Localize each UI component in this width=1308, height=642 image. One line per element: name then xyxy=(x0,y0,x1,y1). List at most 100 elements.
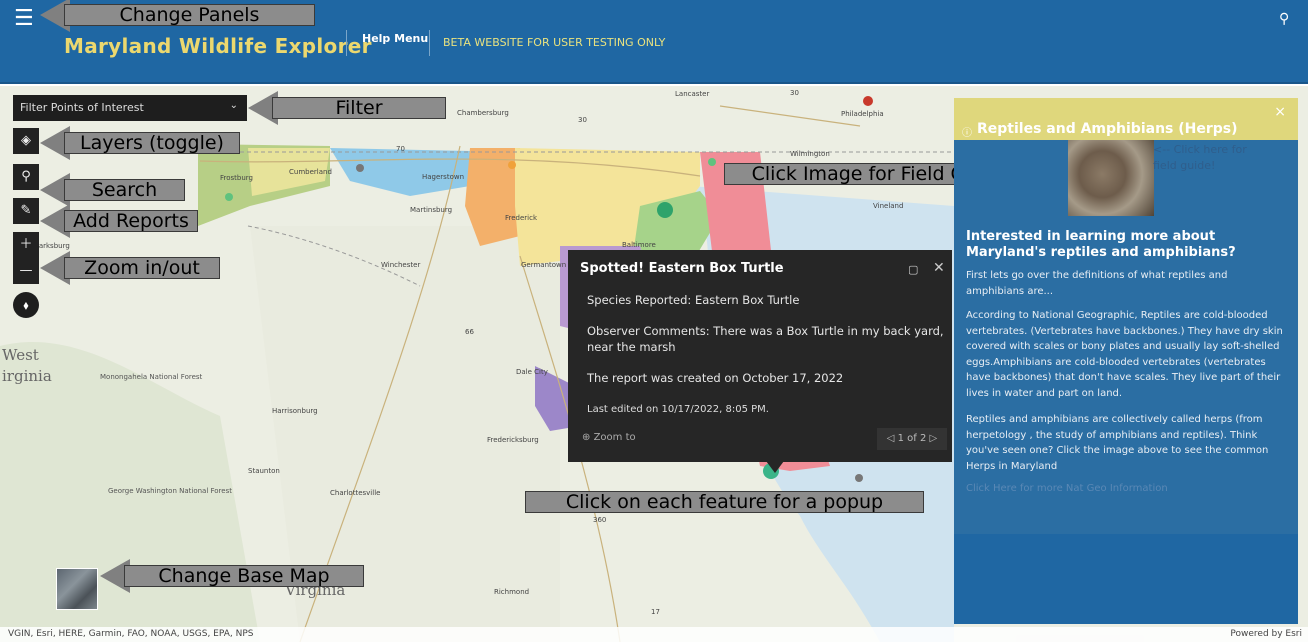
map-label: Winchester xyxy=(381,261,421,269)
map-label: Charlottesville xyxy=(330,489,381,497)
close-icon[interactable]: × xyxy=(1274,104,1286,120)
callout-search: Search xyxy=(40,173,185,207)
zoom-to-button[interactable]: ⊕ Zoom to xyxy=(582,432,636,443)
basemap-toggle[interactable] xyxy=(56,568,98,610)
panel-footer xyxy=(954,534,1298,624)
panel-paragraph: Reptiles and amphibians are collectively… xyxy=(966,414,1269,472)
location-pin-icon[interactable] xyxy=(508,161,516,169)
map-label: Lancaster xyxy=(675,90,710,98)
callout-feature-popup: Click on each feature for a popup xyxy=(525,491,924,513)
callout-label: Filter xyxy=(272,97,446,119)
layers-icon[interactable]: ◈ xyxy=(13,128,39,154)
map-label: Richmond xyxy=(494,588,530,596)
search-icon[interactable]: ⚲ xyxy=(1279,11,1289,27)
callout-label: Change Base Map xyxy=(124,565,364,587)
header-divider xyxy=(429,30,430,56)
zoom-out-button[interactable]: — xyxy=(13,258,39,284)
callout-filter: Filter xyxy=(248,91,446,125)
pager-label: 1 of 2 xyxy=(897,433,927,444)
chevron-left-icon[interactable]: ◁ xyxy=(887,433,898,444)
powered-by-esri[interactable]: Powered by Esri xyxy=(1230,629,1302,639)
panel-heading: Interested in learning more about Maryla… xyxy=(966,229,1236,260)
popup-title: Spotted! Eastern Box Turtle xyxy=(580,261,784,276)
panel-header: × ⓘ Reptiles and Amphibians (Herps) xyxy=(954,98,1298,140)
side-panel: × ⓘ Reptiles and Amphibians (Herps) <-- … xyxy=(954,98,1298,624)
panel-body: <-- Click here for field guide! Interest… xyxy=(954,140,1298,534)
route-label: 66 xyxy=(465,328,474,336)
location-pin-icon[interactable] xyxy=(708,158,716,166)
callout-label: Zoom in/out xyxy=(64,257,220,279)
popup-pager[interactable]: ◁ 1 of 2 ▷ xyxy=(877,428,947,450)
compass-icon[interactable]: ⬧ xyxy=(13,292,39,318)
map-attribution: VGIN, Esri, HERE, Garmin, FAO, NOAA, USG… xyxy=(0,627,1308,642)
callout-label: Add Reports xyxy=(64,210,198,232)
zoom-icon: ⊕ xyxy=(582,432,594,443)
filter-label: Filter Points of Interest xyxy=(20,101,144,114)
route-label: 360 xyxy=(593,516,607,524)
callout-layers: Layers (toggle) xyxy=(40,126,240,160)
zoom-in-button[interactable]: ＋ xyxy=(13,232,39,258)
turtle-marker[interactable] xyxy=(657,202,673,218)
panel-paragraph: First lets go over the definitions of wh… xyxy=(966,270,1228,297)
map-label: Fredericksburg xyxy=(487,436,539,444)
callout-zoom: Zoom in/out xyxy=(40,251,220,285)
chevron-down-icon: ⌄ xyxy=(229,100,238,111)
callout-change-panels: Change Panels xyxy=(40,0,315,32)
popup-comments: Observer Comments: There was a Box Turtl… xyxy=(587,324,944,354)
map-label: Monongahela National Forest xyxy=(100,373,203,381)
hamburger-icon[interactable]: ☰ xyxy=(14,8,40,32)
attribution-text: VGIN, Esri, HERE, Garmin, FAO, NOAA, USG… xyxy=(8,629,254,639)
header-divider xyxy=(346,30,347,56)
beta-notice: BETA WEBSITE FOR USER TESTING ONLY xyxy=(443,36,666,49)
callout-label: Search xyxy=(64,179,185,201)
panel-paragraph: According to National Geographic, Reptil… xyxy=(966,310,1283,399)
map-label: Germantown xyxy=(521,261,567,269)
help-menu-link[interactable]: Help Menu xyxy=(362,32,428,45)
filter-dropdown[interactable]: Filter Points of Interest ⌄ xyxy=(13,95,247,121)
map-label: Philadelphia xyxy=(841,110,884,118)
map-label: Hagerstown xyxy=(422,173,465,181)
location-pin-icon[interactable] xyxy=(225,193,233,201)
map-label: Chambersburg xyxy=(457,109,509,117)
map-label: Staunton xyxy=(248,467,280,475)
zoom-to-label: Zoom to xyxy=(593,432,636,443)
map-label: Cumberland xyxy=(289,168,332,176)
callout-label: Layers (toggle) xyxy=(64,132,240,154)
callout-label: Change Panels xyxy=(64,4,315,26)
route-label: 70 xyxy=(396,145,405,153)
location-pin-icon[interactable] xyxy=(855,474,863,482)
popup-species: Species Reported: Eastern Box Turtle xyxy=(587,293,800,307)
close-icon[interactable]: ✕ xyxy=(933,260,945,276)
map-label: Martinsburg xyxy=(410,206,453,214)
app-title: Maryland Wildlife Explorer xyxy=(64,34,372,58)
panel-title: Reptiles and Amphibians (Herps) xyxy=(977,121,1238,137)
map-label: Vineland xyxy=(873,202,904,210)
map-label: Wilmington xyxy=(790,150,830,158)
route-label: 30 xyxy=(790,89,799,97)
dock-icon[interactable]: ▢ xyxy=(908,263,918,276)
popup-created: The report was created on October 17, 20… xyxy=(587,371,844,385)
map-label: Frederick xyxy=(505,214,538,222)
callout-label: Click on each feature for a popup xyxy=(525,491,924,513)
route-label: 30 xyxy=(578,116,587,124)
popup-edited: Last edited on 10/17/2022, 8:05 PM. xyxy=(587,404,769,415)
map-label: West xyxy=(2,346,39,364)
field-guide-image[interactable] xyxy=(1068,140,1154,216)
route-label: 17 xyxy=(651,608,660,616)
map-label: Baltimore xyxy=(622,241,656,249)
search-icon[interactable]: ⚲ xyxy=(13,164,39,190)
chevron-right-icon[interactable]: ▷ xyxy=(926,433,938,444)
map-label: Frostburg xyxy=(220,174,253,182)
map-label: George Washington National Forest xyxy=(108,487,232,495)
location-pin-icon[interactable] xyxy=(863,96,873,106)
feature-popup[interactable]: Spotted! Eastern Box Turtle ▢ ✕ Species … xyxy=(568,250,952,462)
pencil-icon[interactable]: ✎ xyxy=(13,198,39,224)
map-label: Harrisonburg xyxy=(272,407,318,415)
natgeo-link[interactable]: Click Here for more Nat Geo Information xyxy=(966,483,1168,494)
field-guide-link[interactable]: <-- Click here for field guide! xyxy=(1153,142,1263,174)
info-icon: ⓘ xyxy=(962,128,972,139)
callout-base-map: Change Base Map xyxy=(100,559,364,593)
popup-pointer xyxy=(766,461,784,473)
map-label: irginia xyxy=(2,367,52,385)
location-pin-icon[interactable] xyxy=(356,164,364,172)
